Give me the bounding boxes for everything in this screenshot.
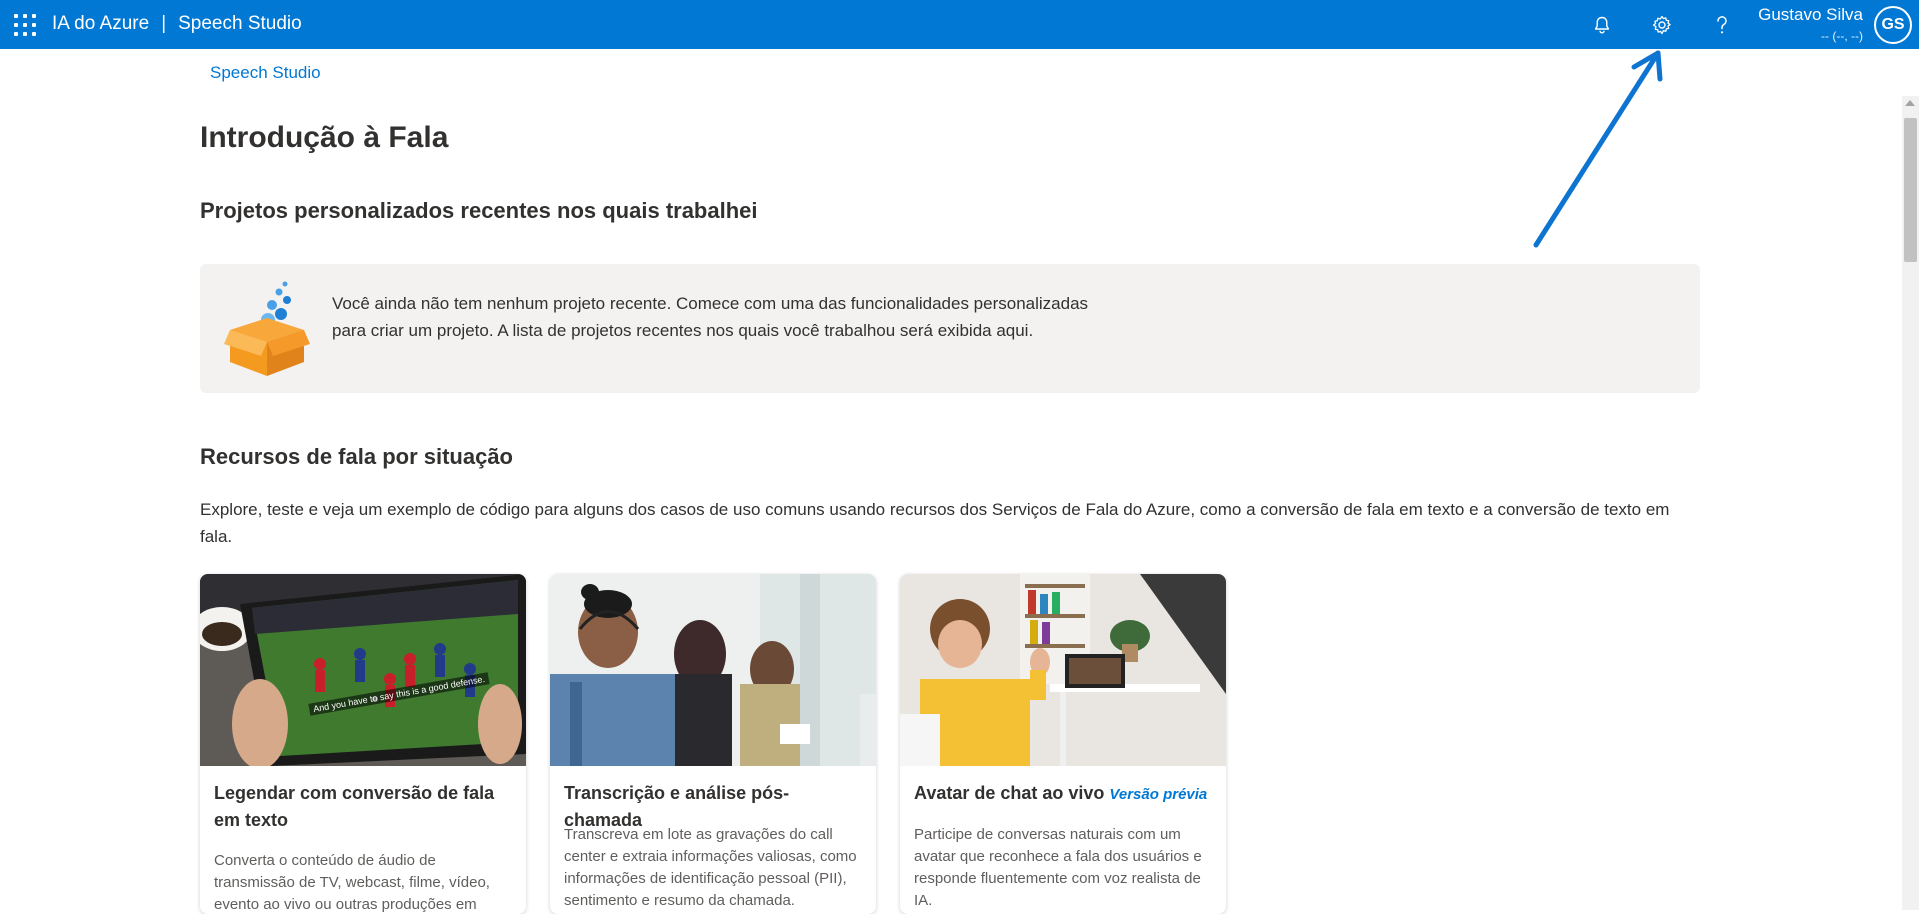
- annotation-arrow-icon: [1533, 50, 1663, 248]
- scenarios-heading: Recursos de fala por situação: [200, 444, 513, 469]
- avatar-initials: GS: [1876, 8, 1910, 42]
- app-brand[interactable]: IA do Azure | Speech Studio: [52, 13, 302, 35]
- brand-separator: |: [161, 13, 167, 34]
- recent-projects-empty-message: Você ainda não tem nenhum projeto recent…: [332, 294, 1089, 340]
- avatar[interactable]: GS: [1874, 6, 1912, 44]
- card-description: Participe de conversas naturais com um a…: [914, 826, 1202, 909]
- scenario-card-post-call-transcription[interactable]: Transcrição e análise pós-chamada Transc…: [550, 574, 876, 914]
- scenario-card-live-chat-avatar[interactable]: Avatar de chat ao vivo Versão prévia Par…: [900, 574, 1226, 914]
- scroll-up-arrow-icon[interactable]: [1905, 100, 1915, 106]
- page-scrollbar[interactable]: [1902, 96, 1919, 910]
- card-title: Avatar de chat ao vivo: [914, 783, 1105, 803]
- user-directory: -- (--, --): [1821, 29, 1863, 43]
- page-title: Introdução à Fala: [200, 121, 449, 154]
- gear-icon[interactable]: [1647, 10, 1677, 40]
- user-name[interactable]: Gustavo Silva: [1758, 5, 1863, 25]
- captioning-image: And you have to say this is a good defen…: [200, 574, 526, 766]
- scroll-thumb[interactable]: [1904, 118, 1917, 262]
- product-name: Speech Studio: [178, 13, 302, 34]
- help-icon[interactable]: [1707, 10, 1737, 40]
- empty-box-icon: [224, 278, 310, 378]
- recent-projects-empty-panel: Você ainda não tem nenhum projeto recent…: [200, 264, 1700, 393]
- app-name: IA do Azure: [52, 13, 150, 34]
- scenarios-description: Explore, teste e veja um exemplo de códi…: [200, 500, 1670, 546]
- recent-projects-heading: Projetos personalizados recentes nos qua…: [200, 198, 758, 223]
- breadcrumb[interactable]: Speech Studio: [210, 63, 321, 83]
- card-title-row: Avatar de chat ao vivo Versão prévia: [914, 780, 1214, 808]
- card-description: Transcreva em lote as gravações do call …: [564, 826, 857, 909]
- bell-icon[interactable]: [1587, 10, 1617, 40]
- scenario-card-captioning[interactable]: And you have to say this is a good defen…: [200, 574, 526, 914]
- call-center-image: [550, 574, 876, 766]
- preview-badge: Versão prévia: [1109, 786, 1208, 803]
- waffle-icon[interactable]: [14, 14, 36, 36]
- card-title: Legendar com conversão de fala em texto: [214, 783, 495, 830]
- card-description: Converta o conteúdo de áudio de transmis…: [214, 852, 490, 913]
- top-navigation-bar: IA do Azure | Speech Studio Gustavo Silva …: [0, 0, 1919, 49]
- live-chat-avatar-image: [900, 574, 1226, 766]
